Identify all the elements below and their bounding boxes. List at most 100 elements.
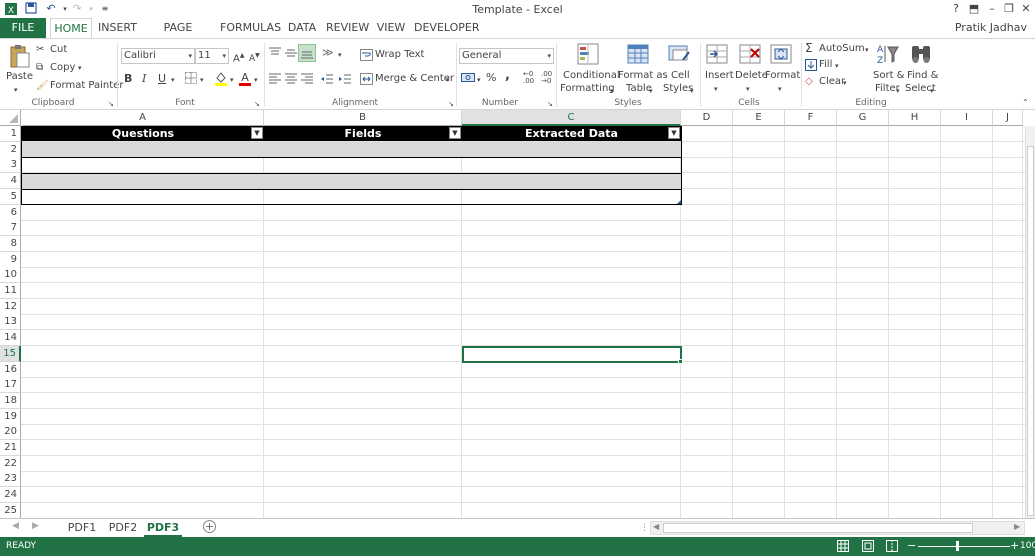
column-header-f[interactable]: F (785, 110, 837, 126)
decrease-indent-icon[interactable] (320, 72, 334, 86)
delete-cells-icon[interactable] (738, 42, 762, 70)
zoom-in-icon[interactable]: + (1010, 539, 1019, 552)
zoom-slider[interactable] (918, 546, 1010, 547)
delete-cells-button[interactable]: Delete (735, 70, 768, 82)
row-header-3[interactable]: 3 (0, 157, 21, 174)
normal-view-icon[interactable] (837, 540, 849, 555)
row-header-25[interactable]: 25 (0, 502, 21, 518)
new-sheet-icon[interactable]: + (203, 520, 216, 533)
underline-button[interactable]: U (158, 73, 166, 85)
row-header-5[interactable]: 5 (0, 188, 21, 205)
clear-dropdown-icon[interactable]: ▾ (843, 77, 847, 89)
fill-color-icon[interactable] (214, 70, 228, 90)
cell-styles-dropdown-icon[interactable]: ▾ (690, 85, 694, 97)
font-color-dropdown-icon[interactable]: ▾ (254, 74, 258, 86)
align-middle-icon[interactable] (284, 46, 298, 60)
minimize-icon[interactable]: – (984, 1, 1000, 17)
clipboard-launcher-icon[interactable]: ↘ (108, 98, 114, 110)
restore-icon[interactable]: ❐ (1001, 1, 1017, 17)
cell-styles-icon[interactable] (667, 42, 691, 70)
align-bottom-icon[interactable] (298, 44, 316, 62)
column-header-c[interactable]: C (462, 110, 681, 126)
sort-filter-label[interactable]: Sort & (873, 70, 904, 82)
column-header-g[interactable]: G (837, 110, 889, 126)
fill-color-dropdown-icon[interactable]: ▾ (230, 74, 234, 86)
column-header-j[interactable]: J (993, 110, 1023, 126)
font-color-icon[interactable]: A (238, 70, 252, 90)
close-icon[interactable]: ✕ (1018, 1, 1034, 17)
page-break-view-icon[interactable] (886, 540, 898, 555)
format-cells-button[interactable]: Format (765, 70, 800, 82)
column-header-i[interactable]: I (941, 110, 993, 126)
scroll-left-icon[interactable]: ◀ (653, 522, 659, 531)
increase-decimal-icon[interactable]: ←0.00 (523, 71, 534, 85)
row-header-17[interactable]: 17 (0, 377, 21, 394)
ribbon-display-icon[interactable]: ⬒ (966, 1, 982, 17)
tab-review[interactable]: REVIEW (326, 18, 369, 38)
column-header-b[interactable]: B (264, 110, 462, 126)
find-select-icon[interactable] (909, 42, 933, 70)
sheet-options-icon[interactable]: ⋮ (640, 523, 649, 533)
cut-button[interactable]: Cut (50, 44, 67, 56)
paste-dropdown-icon[interactable]: ▾ (14, 84, 18, 96)
format-as-table-label[interactable]: Format as (618, 70, 668, 82)
percent-button[interactable]: % (486, 72, 496, 84)
paste-button[interactable]: Paste (6, 71, 33, 83)
number-format-select[interactable]: General ▾ (459, 48, 554, 64)
clear-icon[interactable]: ◇ (805, 76, 813, 88)
help-button[interactable]: ? (948, 1, 964, 17)
row-header-2[interactable]: 2 (0, 141, 21, 158)
font-name-select[interactable]: Calibri ▾ (121, 48, 195, 64)
autosum-icon[interactable]: Σ (805, 42, 813, 54)
tab-page-layout[interactable]: PAGE LAYOUT (144, 18, 212, 54)
row-header-18[interactable]: 18 (0, 392, 21, 409)
column-header-d[interactable]: D (681, 110, 733, 126)
autosum-button[interactable]: AutoSum (819, 43, 865, 55)
zoom-level[interactable]: 100% (1020, 541, 1035, 551)
row-header-20[interactable]: 20 (0, 424, 21, 441)
copy-icon[interactable]: ⧉ (36, 62, 43, 74)
paste-icon[interactable] (8, 43, 30, 71)
insert-cells-icon[interactable] (705, 42, 729, 70)
column-header-h[interactable]: H (889, 110, 941, 126)
sheet-tab-pdf1[interactable]: PDF1 (62, 519, 102, 537)
autosum-dropdown-icon[interactable]: ▾ (865, 44, 869, 56)
wrap-text-button[interactable]: Wrap Text (375, 49, 424, 61)
scroll-tab-right-icon[interactable]: ▶ (32, 521, 39, 531)
page-layout-view-icon[interactable] (862, 540, 874, 555)
delete-dropdown-icon[interactable]: ▾ (746, 83, 750, 95)
tab-developer[interactable]: DEVELOPER (414, 18, 480, 38)
table-resize-handle[interactable] (677, 200, 681, 204)
row-header-15[interactable]: 15 (0, 345, 21, 362)
orientation-icon[interactable]: ≫ (322, 47, 334, 59)
italic-button[interactable]: I (142, 73, 146, 85)
row-header-13[interactable]: 13 (0, 314, 21, 331)
tab-data[interactable]: DATA (286, 18, 318, 38)
column-header-e[interactable]: E (733, 110, 785, 126)
row-header-1[interactable]: 1 (0, 126, 21, 142)
sort-filter-icon[interactable]: AZ (875, 42, 899, 70)
row-header-9[interactable]: 9 (0, 251, 21, 268)
borders-dropdown-icon[interactable]: ▾ (200, 74, 204, 86)
row-header-24[interactable]: 24 (0, 487, 21, 504)
select-all-corner[interactable] (0, 110, 21, 126)
row-header-14[interactable]: 14 (0, 330, 21, 347)
format-as-table-dropdown-icon[interactable]: ▾ (649, 85, 653, 97)
zoom-slider-thumb[interactable] (956, 541, 959, 551)
active-cell-c15[interactable] (462, 346, 682, 363)
vertical-scroll-thumb[interactable] (1027, 146, 1034, 516)
sheet-tab-pdf3[interactable]: PDF3 (144, 519, 182, 537)
copy-button[interactable]: Copy (50, 62, 75, 74)
tab-insert[interactable]: INSERT (98, 18, 137, 38)
conditional-formatting-sublabel[interactable]: Formatting (560, 83, 615, 95)
conditional-formatting-dropdown-icon[interactable]: ▾ (610, 85, 614, 97)
merge-center-icon[interactable] (360, 73, 373, 89)
user-name[interactable]: Pratik Jadhav (955, 21, 1027, 34)
tab-formulas[interactable]: FORMULAS (220, 18, 281, 38)
row-header-8[interactable]: 8 (0, 235, 21, 252)
cell-styles-label[interactable]: Cell (671, 70, 690, 82)
find-select-label[interactable]: Find & (907, 70, 938, 82)
format-cells-icon[interactable] (769, 42, 793, 70)
underline-dropdown-icon[interactable]: ▾ (171, 74, 175, 86)
borders-icon[interactable] (185, 72, 197, 88)
